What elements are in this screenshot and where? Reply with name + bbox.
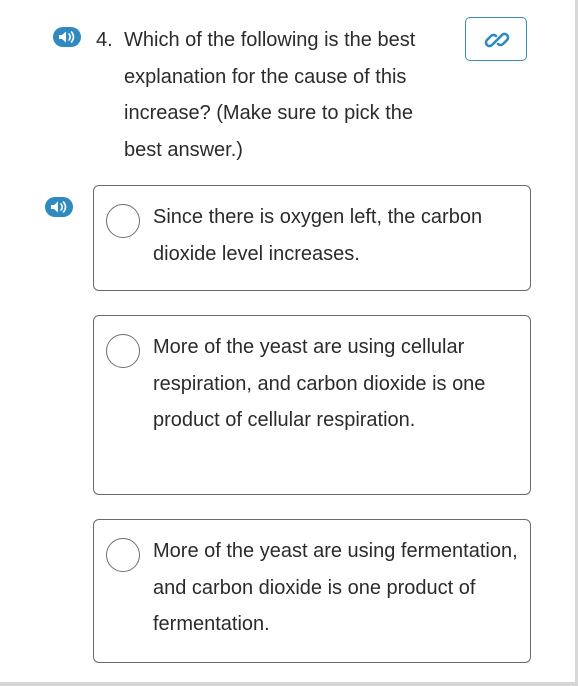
answer-choice-text: Since there is oxygen left, the carbon d… bbox=[153, 206, 483, 265]
choices-read-aloud-button[interactable] bbox=[44, 196, 74, 218]
copy-link-button[interactable] bbox=[465, 17, 527, 61]
link-icon bbox=[484, 32, 510, 48]
radio-button[interactable] bbox=[106, 204, 140, 238]
radio-button[interactable] bbox=[106, 538, 140, 572]
answer-choice-3[interactable]: More of the yeast are using fermentation… bbox=[93, 519, 531, 663]
answer-choice-1[interactable]: Since there is oxygen left, the carbon d… bbox=[93, 185, 531, 291]
speaker-icon bbox=[53, 27, 81, 47]
question-number: 4. bbox=[96, 29, 113, 51]
question-text: Which of the following is the best expla… bbox=[124, 29, 416, 161]
question-read-aloud-button[interactable] bbox=[52, 26, 82, 48]
answer-choice-2[interactable]: More of the yeast are using cellular res… bbox=[93, 315, 531, 495]
answer-choice-text: More of the yeast are using cellular res… bbox=[153, 336, 486, 431]
answer-choice-text: More of the yeast are using fermentation… bbox=[153, 540, 518, 635]
speaker-icon bbox=[45, 197, 73, 217]
radio-button[interactable] bbox=[106, 334, 140, 368]
bottom-divider bbox=[0, 682, 578, 686]
